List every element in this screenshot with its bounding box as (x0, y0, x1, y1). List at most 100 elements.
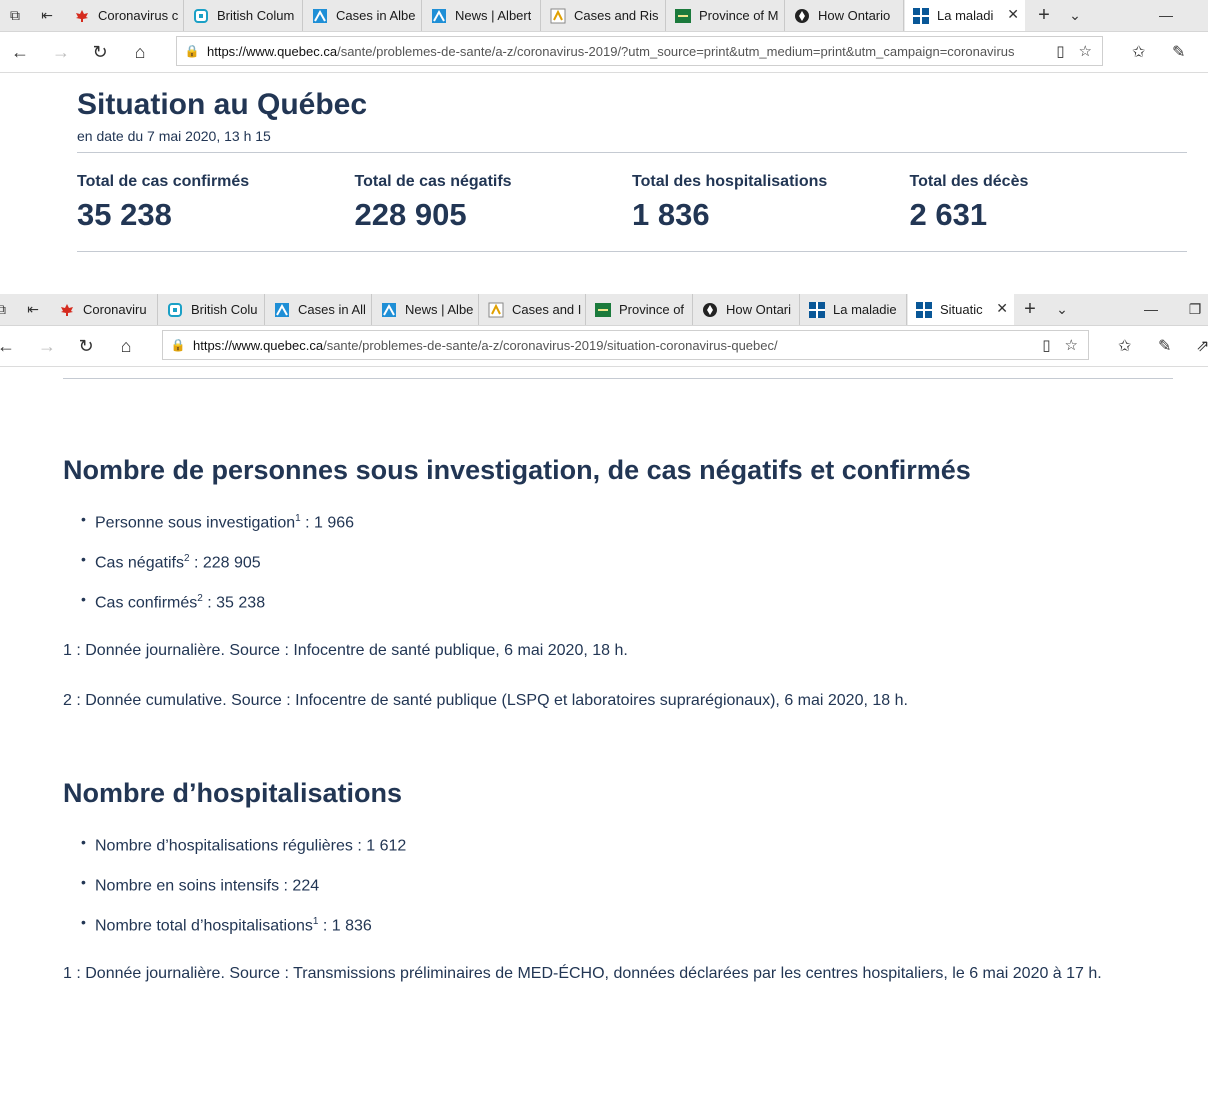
footnote-1: 1 : Donnée journalière. Source : Infocen… (63, 642, 628, 659)
home-icon[interactable]: ⌂ (128, 40, 152, 64)
tab-label: News | Albert (455, 8, 532, 23)
tab-bar: ⧉ ⇤ Coronavirus c British Colum Cases in… (0, 0, 1208, 32)
new-tab-icon[interactable]: + (1035, 4, 1053, 26)
stat-hospitalisations: Total des hospitalisations 1 836 (632, 173, 910, 233)
situation-panel: Situation au Québec en date du 7 mai 202… (77, 88, 1187, 252)
quebec-icon (913, 7, 929, 24)
browser-window-1: ⧉ ⇤ Coronavirus c British Colum Cases in… (0, 0, 1208, 290)
tab-1[interactable]: British Colu (159, 294, 265, 325)
tab-8-active[interactable]: Situatic ✕ (908, 294, 1014, 325)
stat-value: 2 631 (909, 197, 988, 232)
tab-4[interactable]: Cases and Ris (542, 0, 666, 31)
favorites-list-icon[interactable]: ✩ (1132, 42, 1145, 62)
bc-health-icon (167, 302, 183, 318)
reading-view-icon[interactable]: ▯ (1042, 336, 1050, 354)
alberta-icon (274, 302, 290, 318)
tab-label: Situatic (940, 302, 983, 317)
tab-label: Cases and I (512, 302, 582, 317)
tab-label: Province of M (699, 8, 779, 23)
favorite-star-icon[interactable]: ☆ (1079, 42, 1092, 60)
back-icon[interactable]: ← (0, 334, 18, 358)
url-field[interactable]: 🔒 https://www.quebec.ca/sante/problemes-… (176, 36, 1103, 66)
set-aside-tabs-icon[interactable]: ⇤ (38, 6, 56, 24)
reading-view-icon[interactable]: ▯ (1056, 42, 1064, 60)
tab-label: La maladi (937, 8, 994, 23)
list-item: Cas confirmés2 : 35 238 (63, 588, 1173, 628)
address-bar: ← → ↻ ⌂ 🔒 https://www.quebec.ca/sante/pr… (0, 32, 1208, 73)
tab-list-chevron-icon[interactable]: ⌄ (1066, 6, 1084, 24)
divider (77, 152, 1187, 153)
investigation-list: Personne sous investigation1 : 1 966 Cas… (63, 508, 1173, 628)
tab-5[interactable]: Province of M (667, 0, 785, 31)
tab-6[interactable]: How Ontari (694, 294, 800, 325)
sask-icon (488, 302, 504, 318)
tab-2[interactable]: Cases in All (266, 294, 372, 325)
refresh-icon[interactable]: ↻ (88, 40, 112, 64)
minimize-icon[interactable]: — (1142, 300, 1160, 318)
bc-health-icon (193, 8, 209, 24)
tab-7-active[interactable]: La maladi ✕ (905, 0, 1025, 31)
favorites-list-icon[interactable]: ✩ (1118, 336, 1131, 356)
url-field[interactable]: 🔒 https://www.quebec.ca/sante/problemes-… (162, 330, 1089, 360)
tab-3[interactable]: News | Albe (373, 294, 479, 325)
url-domain: https://www.quebec.ca (193, 337, 324, 353)
tab-0[interactable]: Coronaviru (51, 294, 158, 325)
stat-label: Total de cas confirmés (77, 173, 250, 190)
tab-label: Coronaviru (83, 302, 147, 317)
pen-icon[interactable]: ✎ (1158, 336, 1171, 356)
new-tab-icon[interactable]: + (1021, 298, 1039, 320)
tab-label: How Ontari (726, 302, 792, 317)
tab-actions-icon[interactable]: ⧉ (0, 300, 10, 318)
tab-label: How Ontario (818, 8, 891, 23)
tab-7[interactable]: La maladie (801, 294, 907, 325)
list-item: Nombre total d’hospitalisations1 : 1 836 (63, 911, 1173, 951)
forward-icon[interactable]: → (35, 334, 59, 358)
url-path: /sante/problemes-de-sante/a-z/coronaviru… (337, 43, 1015, 59)
situation-title: Situation au Québec (77, 88, 368, 121)
quebec-icon (809, 301, 825, 318)
quebec-icon (916, 301, 932, 318)
share-icon[interactable]: ⇗ (1196, 336, 1208, 356)
canada-flag-icon (74, 8, 90, 24)
stat-value: 1 836 (632, 197, 710, 232)
tab-6[interactable]: How Ontario (786, 0, 904, 31)
tab-label: Cases in Albe (336, 8, 416, 23)
canada-flag-icon (59, 302, 75, 318)
home-icon[interactable]: ⌂ (114, 334, 138, 358)
back-icon[interactable]: ← (8, 40, 32, 64)
stats-row: Total de cas confirmés 35 238 Total de c… (77, 173, 1187, 233)
url-domain: https://www.quebec.ca (207, 43, 338, 59)
tab-3[interactable]: News | Albert (423, 0, 541, 31)
forward-icon[interactable]: → (49, 40, 73, 64)
favorite-star-icon[interactable]: ☆ (1065, 336, 1078, 354)
tab-4[interactable]: Cases and I (480, 294, 586, 325)
tab-label: La maladie (833, 302, 897, 317)
alberta-icon (312, 8, 328, 24)
tab-5[interactable]: Province of (587, 294, 693, 325)
manitoba-icon (675, 8, 691, 24)
restore-icon[interactable]: ❐ (1186, 300, 1204, 318)
hospitalisations-list: Nombre d’hospitalisations régulières : 1… (63, 831, 1173, 951)
stat-negative: Total de cas négatifs 228 905 (355, 173, 633, 233)
footnote-hosp: 1 : Donnée journalière. Source : Transmi… (63, 965, 1102, 982)
ontario-icon (794, 8, 810, 24)
tab-0[interactable]: Coronavirus c (66, 0, 184, 31)
tab-label: News | Albe (405, 302, 474, 317)
close-tab-icon[interactable]: ✕ (1007, 6, 1019, 23)
tab-2[interactable]: Cases in Albe (304, 0, 422, 31)
set-aside-tabs-icon[interactable]: ⇤ (24, 300, 42, 318)
address-bar: ← → ↻ ⌂ 🔒 https://www.quebec.ca/sante/pr… (0, 326, 1208, 367)
sask-icon (550, 8, 566, 24)
refresh-icon[interactable]: ↻ (74, 334, 98, 358)
pen-icon[interactable]: ✎ (1172, 42, 1185, 62)
list-item: Cas négatifs2 : 228 905 (63, 548, 1173, 588)
stat-deaths: Total des décès 2 631 (910, 173, 1188, 233)
alberta-icon (381, 302, 397, 318)
tab-actions-icon[interactable]: ⧉ (6, 6, 24, 24)
tab-list-chevron-icon[interactable]: ⌄ (1053, 300, 1071, 318)
tab-1[interactable]: British Colum (185, 0, 303, 31)
minimize-icon[interactable]: — (1157, 6, 1175, 24)
stat-value: 35 238 (77, 197, 172, 232)
stat-label: Total de cas négatifs (354, 173, 512, 190)
close-tab-icon[interactable]: ✕ (996, 300, 1008, 317)
